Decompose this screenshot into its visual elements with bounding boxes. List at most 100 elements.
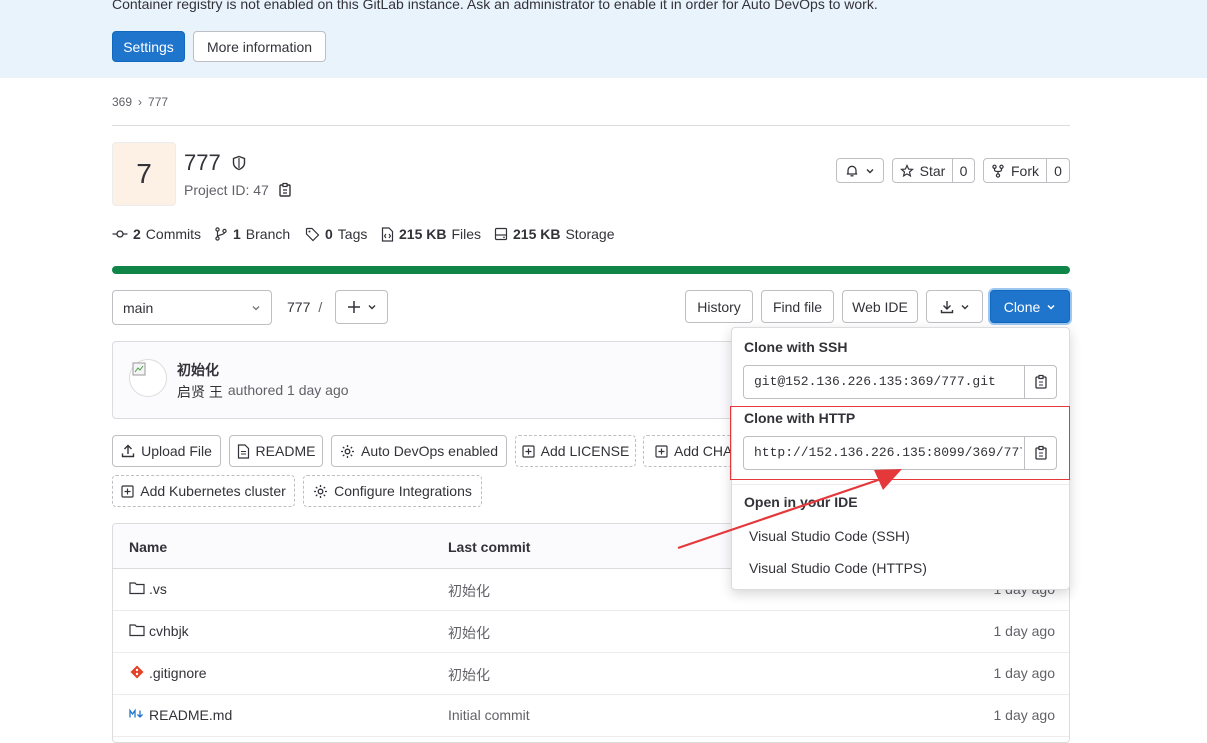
- branch-selector-value: main: [123, 299, 154, 316]
- settings-button[interactable]: Settings: [112, 31, 185, 62]
- branch-count: 1: [233, 226, 241, 242]
- add-license-label: Add LICENSE: [540, 443, 630, 459]
- auto-devops-button[interactable]: Auto DevOps enabled: [331, 435, 507, 467]
- chevron-down-icon: [865, 166, 875, 176]
- storage-label: Storage: [565, 226, 615, 242]
- copy-icon: [1034, 374, 1048, 390]
- plus-square-icon: [655, 444, 668, 458]
- star-button[interactable]: Star: [892, 158, 953, 183]
- commits-stat[interactable]: 2 Commits: [112, 226, 201, 242]
- clone-ssh-url[interactable]: git@152.136.226.135:369/777.git: [754, 374, 1022, 389]
- fork-count[interactable]: 0: [1046, 158, 1070, 183]
- project-name: 777: [184, 150, 221, 175]
- files-size: 215 KB: [399, 226, 447, 242]
- tag-icon: [305, 227, 320, 242]
- file-name[interactable]: .vs: [149, 581, 167, 597]
- project-id: Project ID: 47: [184, 182, 269, 198]
- download-icon: [940, 300, 954, 314]
- branch-stat[interactable]: 1 Branch: [214, 226, 290, 242]
- file-name[interactable]: cvhbjk: [149, 623, 189, 639]
- plus-square-icon: [121, 484, 134, 498]
- chevron-down-icon: [1046, 302, 1056, 312]
- readme-label: README: [255, 443, 316, 459]
- upload-file-label: Upload File: [141, 443, 212, 459]
- add-kubernetes-button[interactable]: Add Kubernetes cluster: [112, 475, 295, 507]
- repo-path-separator: /: [318, 299, 323, 315]
- column-name: Name: [129, 539, 168, 555]
- branch-label: Branch: [245, 226, 291, 242]
- plus-square-icon: [522, 444, 535, 458]
- breadcrumb-parent[interactable]: 369: [112, 95, 132, 109]
- open-vscode-https-item[interactable]: Visual Studio Code (HTTPS): [749, 560, 927, 576]
- fork-button[interactable]: Fork: [983, 158, 1047, 183]
- file-last-commit[interactable]: 初始化: [448, 581, 490, 601]
- file-last-update: 1 day ago: [993, 623, 1056, 639]
- file-last-commit[interactable]: 初始化: [448, 665, 490, 685]
- web-ide-button[interactable]: Web IDE: [842, 290, 918, 323]
- markdown-icon: [129, 708, 145, 720]
- file-name[interactable]: .gitignore: [149, 665, 207, 681]
- commit-icon: [112, 227, 128, 241]
- add-license-button[interactable]: Add LICENSE: [515, 435, 636, 467]
- folder-icon: [129, 581, 145, 595]
- clone-ssh-field[interactable]: git@152.136.226.135:369/777.git: [743, 365, 1057, 399]
- upload-icon: [121, 444, 135, 458]
- file-last-update: 1 day ago: [993, 665, 1056, 681]
- copy-ssh-url-button[interactable]: [1024, 366, 1056, 398]
- repo-path-name[interactable]: 777: [287, 299, 310, 315]
- file-last-update: 1 day ago: [993, 707, 1056, 723]
- git-icon: [130, 665, 144, 679]
- commit-title[interactable]: 初始化: [177, 360, 219, 380]
- files-stat[interactable]: 215 KB Files: [381, 226, 481, 242]
- last-commit-panel: [112, 341, 752, 419]
- tags-count: 0: [325, 226, 333, 242]
- commit-author[interactable]: 启贤 王: [177, 382, 223, 402]
- storage-size: 215 KB: [513, 226, 561, 242]
- readme-button[interactable]: README: [229, 435, 323, 467]
- table-row[interactable]: README.md Initial commit 1 day ago: [113, 694, 1069, 737]
- tags-stat[interactable]: 0 Tags: [305, 226, 367, 242]
- file-last-commit[interactable]: Initial commit: [448, 707, 530, 723]
- plus-icon: [347, 300, 361, 314]
- configure-integrations-button[interactable]: Configure Integrations: [303, 475, 482, 507]
- commits-label: Commits: [145, 226, 202, 242]
- upload-file-button[interactable]: Upload File: [112, 435, 221, 467]
- notification-dropdown[interactable]: [836, 158, 884, 183]
- clone-dropdown-button[interactable]: Clone: [990, 290, 1070, 323]
- table-row[interactable]: cvhbjk 初始化 1 day ago: [113, 610, 1069, 653]
- copy-project-id-icon[interactable]: [278, 182, 292, 198]
- shield-icon: [231, 155, 247, 171]
- file-name[interactable]: README.md: [149, 707, 232, 723]
- chevron-down-icon: [251, 303, 261, 313]
- table-row[interactable]: .gitignore 初始化 1 day ago: [113, 652, 1069, 695]
- more-information-button[interactable]: More information: [193, 31, 326, 62]
- storage-stat[interactable]: 215 KB Storage: [494, 226, 615, 242]
- annotation-arrow-icon: [677, 469, 902, 550]
- add-kubernetes-label: Add Kubernetes cluster: [140, 483, 286, 499]
- settings-icon: [313, 484, 328, 499]
- header-divider: [112, 125, 1070, 126]
- file-last-commit[interactable]: 初始化: [448, 623, 490, 643]
- find-file-button[interactable]: Find file: [761, 290, 834, 323]
- bell-icon: [845, 164, 859, 178]
- add-to-tree-dropdown[interactable]: [335, 290, 388, 324]
- history-button[interactable]: History: [685, 290, 753, 323]
- star-count[interactable]: 0: [952, 158, 975, 183]
- branch-selector[interactable]: main: [112, 290, 272, 325]
- configure-integrations-label: Configure Integrations: [334, 483, 472, 499]
- fork-icon: [991, 164, 1005, 178]
- tags-label: Tags: [337, 226, 368, 242]
- file-code-icon: [381, 226, 394, 242]
- breadcrumb-current[interactable]: 777: [148, 95, 168, 109]
- column-last-commit: Last commit: [448, 539, 531, 555]
- doc-icon: [237, 443, 250, 459]
- auto-devops-label: Auto DevOps enabled: [361, 443, 498, 459]
- commits-count: 2: [133, 226, 141, 242]
- repo-path: 777 /: [287, 299, 322, 315]
- project-avatar: 7: [112, 142, 176, 206]
- branch-icon: [214, 227, 228, 241]
- author-avatar[interactable]: [129, 359, 167, 397]
- download-dropdown[interactable]: [926, 290, 983, 323]
- chevron-down-icon: [367, 302, 377, 312]
- clone-ssh-title: Clone with SSH: [744, 339, 848, 355]
